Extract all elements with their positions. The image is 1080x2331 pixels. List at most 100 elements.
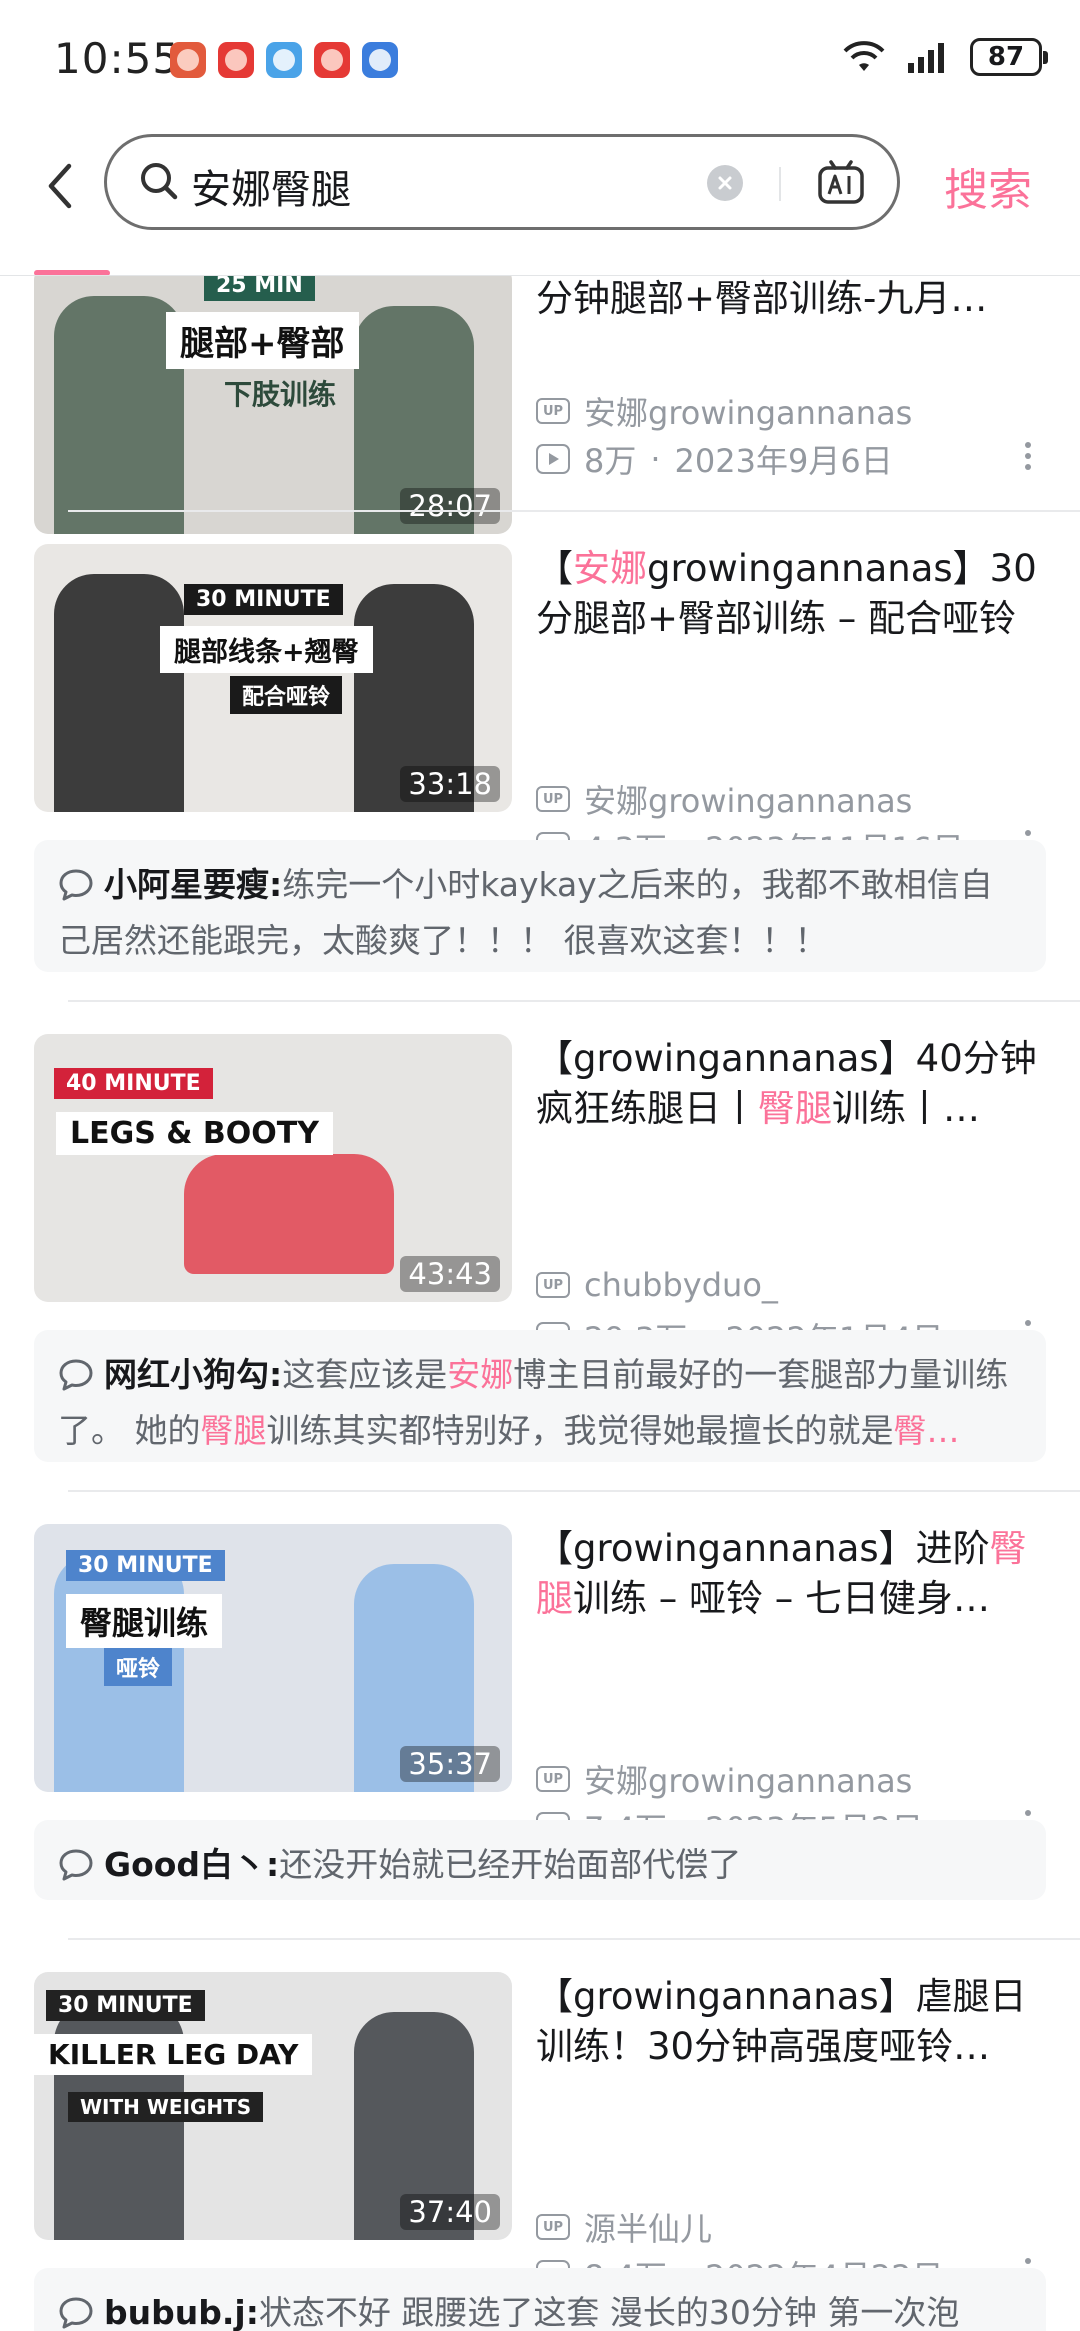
video-thumbnail[interactable]: 40 MINUTE LEGS & BOOTY 43:43 bbox=[34, 1034, 512, 1302]
comment-bubble-icon bbox=[58, 1356, 94, 1406]
comment-bubble-icon bbox=[58, 1846, 94, 1896]
search-submit-button[interactable]: 搜索 bbox=[944, 154, 1032, 218]
notification-icons bbox=[170, 42, 398, 78]
hot-comment[interactable]: 网红小狗勾:这套应该是安娜博主目前最好的一套腿部力量训练了。 她的臀腿训练其实都… bbox=[34, 1330, 1046, 1462]
comment-body: 这套应该是 bbox=[282, 1355, 448, 1394]
title-text: 训练丨… bbox=[832, 1087, 980, 1130]
app-notification-icon bbox=[266, 42, 302, 78]
video-result-card[interactable]: 30 MINUTE KILLER LEG DAY WITH WEIGHTS 37:40… bbox=[0, 1942, 1080, 2331]
close-icon bbox=[718, 176, 732, 190]
battery-indicator: 87 bbox=[970, 38, 1048, 76]
video-thumbnail[interactable]: 30 MINUTE 腿部线条+翘臀 配合哑铃 33:18 bbox=[34, 544, 512, 812]
thumbnail-subtitle: 下肢训练 bbox=[224, 378, 337, 411]
search-input[interactable]: 安娜臀腿 bbox=[191, 157, 351, 215]
video-title[interactable]: 【安娜growingannanas】30分腿部+臀部训练 – 配合哑铃 bbox=[536, 544, 1046, 644]
app-notification-icon bbox=[362, 42, 398, 78]
comment-username: Good白丶: bbox=[104, 1845, 280, 1884]
title-text: 【 bbox=[536, 547, 573, 590]
search-header: 安娜臀腿 搜索 bbox=[0, 124, 1080, 276]
battery-level: 87 bbox=[987, 42, 1025, 72]
thumbnail-label: 40 MINUTE bbox=[54, 1068, 213, 1099]
thumbnail-figure bbox=[184, 1154, 394, 1274]
video-result-card[interactable]: 25 MIN 腿部+臀部 下肢训练 28:07 分钟腿部+臀部训练-九月… UP 安娜gro… bbox=[0, 276, 1080, 534]
title-highlight: 臀腿 bbox=[758, 1087, 832, 1130]
uploader-row[interactable]: UP 安娜growingannanas bbox=[536, 776, 912, 822]
hot-comment[interactable]: bubub.j:状态不好 跟腰选了这套 漫长的30分钟 第一次泡 bbox=[34, 2268, 1046, 2331]
row-divider bbox=[68, 1938, 1080, 1940]
comment-body: 状态不好 跟腰选了这套 漫长的30分钟 第一次泡 bbox=[258, 2293, 960, 2331]
video-duration: 35:37 bbox=[400, 1746, 500, 1782]
hot-comment[interactable]: 小阿星要瘦:练完一个小时kaykay之后来的，我都不敢相信自己居然还能跟完，太酸… bbox=[34, 840, 1046, 972]
title-text: 训练 – 哑铃 – 七日健身… bbox=[573, 1577, 991, 1620]
video-result-card[interactable]: 30 MINUTE 臀腿训练 哑铃 35:37 【growingannanas】进阶臀腿… bbox=[0, 1494, 1080, 1942]
signal-icon bbox=[908, 43, 944, 73]
video-thumbnail[interactable]: 25 MIN 腿部+臀部 下肢训练 28:07 bbox=[34, 276, 512, 534]
ai-search-button[interactable] bbox=[815, 157, 867, 209]
uploader-row[interactable]: UP chubbyduo_ bbox=[536, 1266, 778, 1304]
status-time: 10:55 bbox=[54, 34, 181, 83]
video-thumbnail[interactable]: 30 MINUTE 臀腿训练 哑铃 35:37 bbox=[34, 1524, 512, 1792]
more-options-icon[interactable] bbox=[1016, 442, 1040, 470]
thumbnail-label: 30 MINUTE bbox=[66, 1550, 225, 1581]
video-title[interactable]: 【growingannanas】40分钟疯狂练腿日丨臀腿训练丨… bbox=[536, 1034, 1046, 1134]
video-title[interactable]: 【growingannanas】虐腿日训练！30分钟高强度哑铃… bbox=[536, 1972, 1046, 2072]
search-results-list: 25 MIN 腿部+臀部 下肢训练 28:07 分钟腿部+臀部训练-九月… UP 安娜gro… bbox=[0, 276, 1080, 2331]
comment-highlight: 臀… bbox=[893, 1411, 960, 1450]
video-result-card[interactable]: 30 MINUTE 腿部线条+翘臀 配合哑铃 33:18 【安娜growingannan… bbox=[0, 514, 1080, 1004]
thumbnail-subtitle: 哑铃 bbox=[104, 1648, 173, 1686]
up-badge-icon: UP bbox=[536, 398, 570, 424]
comment-highlight: 臀腿 bbox=[200, 1411, 267, 1450]
clear-button[interactable] bbox=[707, 165, 743, 201]
thumbnail-subtitle: WITH WEIGHTS bbox=[68, 2092, 264, 2122]
comment-text: bubub.j:状态不好 跟腰选了这套 漫长的30分钟 第一次泡 bbox=[58, 2288, 1022, 2331]
thumbnail-title: 臀腿训练 bbox=[66, 1594, 223, 1648]
comment-username: 小阿星要瘦: bbox=[104, 865, 283, 904]
video-info: 【growingannanas】虐腿日训练！30分钟高强度哑铃…UP源半仙儿8.… bbox=[536, 1972, 1046, 2296]
video-duration: 43:43 bbox=[400, 1256, 500, 1292]
up-badge-icon: UP bbox=[536, 2214, 570, 2240]
comment-bubble-icon bbox=[58, 2294, 94, 2331]
uploader-name: 安娜growingannanas bbox=[584, 782, 913, 820]
up-badge-icon: UP bbox=[536, 1272, 570, 1298]
title-highlight: 安娜 bbox=[573, 547, 647, 590]
uploader-row[interactable]: UP 安娜growingannanas bbox=[536, 388, 912, 434]
thumbnail-label: 30 MINUTE bbox=[184, 584, 343, 615]
search-box[interactable]: 安娜臀腿 bbox=[104, 134, 900, 230]
uploader-row[interactable]: UP 安娜growingannanas bbox=[536, 1756, 912, 1802]
video-info: 【安娜growingannanas】30分腿部+臀部训练 – 配合哑铃 UP 安娜g… bbox=[536, 544, 1046, 868]
uploader-row[interactable]: UP 源半仙儿 bbox=[536, 2204, 712, 2250]
title-text: 【growingannanas】虐腿日训练！30分钟高强度哑铃… bbox=[536, 1975, 1027, 2068]
stats-row: 8万 · 2023年9月6日 bbox=[536, 436, 893, 482]
comment-username: bubub.j: bbox=[104, 2293, 259, 2331]
status-bar: 10:55 87 bbox=[0, 0, 1080, 124]
comment-text: 小阿星要瘦:练完一个小时kaykay之后来的，我都不敢相信自己居然还能跟完，太酸… bbox=[58, 860, 1022, 960]
thumbnail-title: 腿部线条+翘臀 bbox=[160, 626, 373, 673]
video-title[interactable]: 【growingannanas】进阶臀腿训练 – 哑铃 – 七日健身… bbox=[536, 1524, 1046, 1624]
uploader-name: 安娜growingannanas bbox=[584, 394, 913, 432]
comment-text: 网红小狗勾:这套应该是安娜博主目前最好的一套腿部力量训练了。 她的臀腿训练其实都… bbox=[58, 1350, 1022, 1450]
row-divider bbox=[68, 510, 1080, 512]
thumbnail-subtitle: 配合哑铃 bbox=[230, 676, 343, 714]
thumbnail-title: KILLER LEG DAY bbox=[34, 2034, 313, 2075]
uploader-name: chubbyduo_ bbox=[584, 1266, 778, 1304]
thumbnail-label: 30 MINUTE bbox=[46, 1990, 205, 2021]
hot-comment[interactable]: Good白丶:还没开始就已经开始面部代偿了 bbox=[34, 1820, 1046, 1900]
search-divider bbox=[779, 167, 781, 201]
wifi-icon bbox=[843, 41, 885, 71]
app-notification-icon bbox=[170, 42, 206, 78]
meta-separator: · bbox=[650, 440, 661, 478]
app-notification-icon bbox=[314, 42, 350, 78]
video-title[interactable]: 分钟腿部+臀部训练-九月… bbox=[536, 276, 1046, 324]
comment-highlight: 安娜 bbox=[447, 1355, 514, 1394]
uploader-name: 源半仙儿 bbox=[584, 2210, 713, 2248]
up-badge-icon: UP bbox=[536, 786, 570, 812]
view-count: 8万 bbox=[584, 442, 637, 480]
back-button[interactable] bbox=[38, 156, 82, 216]
video-thumbnail[interactable]: 30 MINUTE KILLER LEG DAY WITH WEIGHTS 37:40 bbox=[34, 1972, 512, 2240]
title-text: 分钟腿部+臀部训练-九月… bbox=[536, 277, 988, 320]
status-indicators: 87 bbox=[840, 38, 1048, 76]
thumbnail-title: 腿部+臀部 bbox=[166, 312, 359, 369]
play-count-icon bbox=[536, 444, 570, 474]
thumbnail-figure bbox=[54, 574, 184, 812]
video-result-card[interactable]: 40 MINUTE LEGS & BOOTY 43:43 【growingannana… bbox=[0, 1004, 1080, 1494]
